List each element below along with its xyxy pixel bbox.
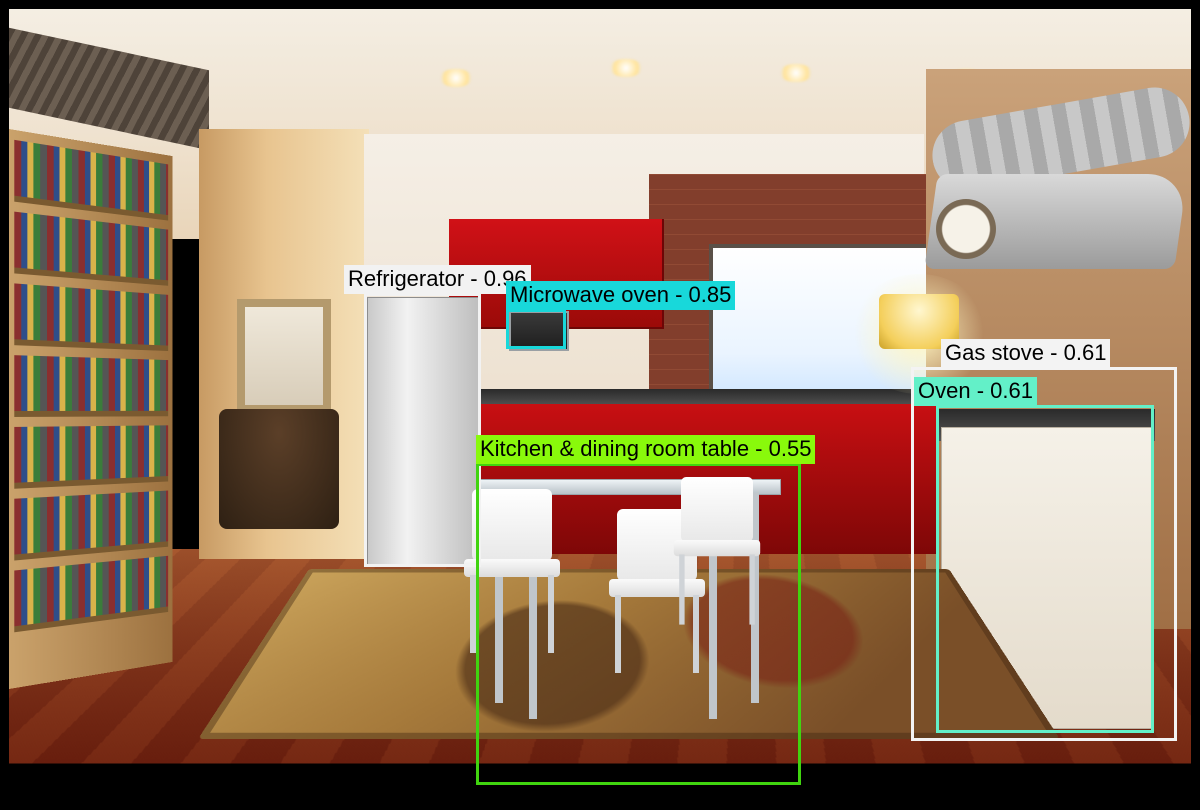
wall-mirror-icon xyxy=(237,299,331,413)
kitchen-photo: Refrigerator - 0.96Microwave oven - 0.85… xyxy=(9,9,1191,801)
dining-chair xyxy=(674,477,760,621)
table-lamp-icon xyxy=(879,294,959,404)
wall-clock-icon xyxy=(936,199,996,259)
bookshelf xyxy=(9,129,173,689)
image-frame: Refrigerator - 0.96Microwave oven - 0.85… xyxy=(0,0,1200,810)
recessed-light-icon xyxy=(779,64,813,82)
recessed-light-icon xyxy=(609,59,643,77)
dining-chair xyxy=(464,489,560,649)
console-table xyxy=(219,409,339,529)
microwave xyxy=(509,311,569,351)
recessed-light-icon xyxy=(439,69,473,87)
